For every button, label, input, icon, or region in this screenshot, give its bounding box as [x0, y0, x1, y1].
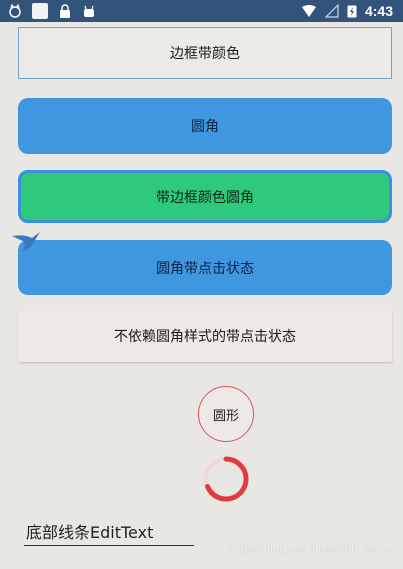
status-left-icons — [8, 3, 96, 19]
status-right-icons: 4:43 — [301, 3, 393, 19]
rounded-button[interactable]: 圆角 — [18, 98, 392, 154]
android-icon — [84, 5, 94, 17]
circle-button[interactable]: 圆形 — [198, 386, 254, 442]
bottom-line-edit-text[interactable] — [24, 516, 194, 546]
watermark: https://blog.csdn.net/zhu_nana — [227, 542, 391, 556]
signal-icon — [324, 4, 339, 18]
swallow-icon — [12, 232, 40, 252]
app-screen: 边框带颜色 圆角 带边框颜色圆角 圆角带点击状态 不依赖圆角样式的带点击状态 圆… — [0, 22, 403, 569]
wifi-icon — [301, 5, 316, 17]
no-rounded-click-state-button[interactable]: 不依赖圆角样式的带点击状态 — [18, 310, 392, 362]
progress-spinner — [204, 456, 249, 502]
border-color-rounded-button[interactable]: 带边框颜色圆角 — [18, 170, 392, 223]
notification-square-icon — [32, 3, 48, 19]
battery-charging-icon — [347, 5, 357, 18]
rounded-click-state-button[interactable]: 圆角带点击状态 — [18, 240, 392, 295]
border-color-button[interactable]: 边框带颜色 — [18, 27, 392, 79]
status-bar: 4:43 — [0, 0, 403, 22]
lock-icon — [60, 4, 70, 18]
status-time: 4:43 — [364, 3, 393, 19]
cat-icon — [9, 4, 21, 18]
